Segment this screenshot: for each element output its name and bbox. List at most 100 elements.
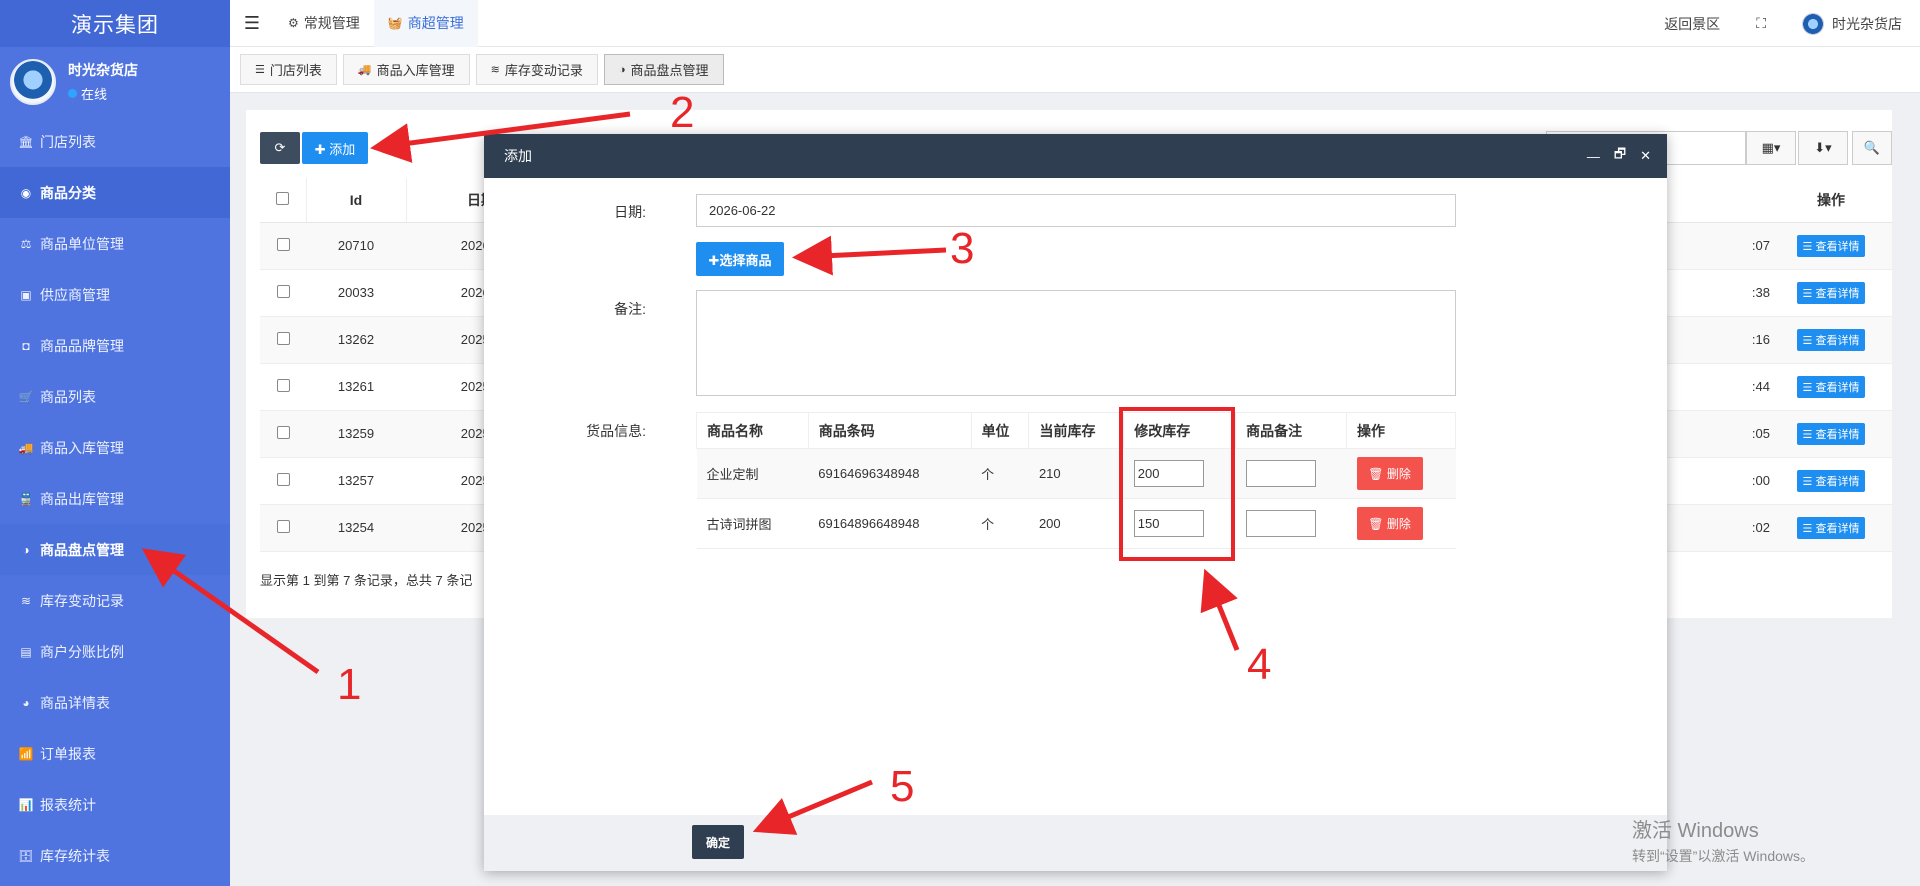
subtab-stock-in[interactable]: 🚚 商品入库管理 xyxy=(342,54,470,85)
sidebar-item-stock-stats[interactable]: 🗄 库存统计表 xyxy=(0,830,230,881)
annotation-2: 2 xyxy=(670,88,695,137)
goods-name: 古诗词拼图 xyxy=(696,498,809,549)
sidebar-nav: 🏛 门店列表 ◉ 商品分类 ⚖ 商品单位管理 ▣ 供应商管理 ◘ 商品品牌管理 🛒 商品列表… xyxy=(0,116,230,881)
sidebar-item-inventory-check[interactable]: ◑ 商品盘点管理 xyxy=(0,524,230,575)
watermark-line2: 转到“设置”以激活 Windows。 xyxy=(1632,848,1815,864)
sidebar-item-supplier[interactable]: ▣ 供应商管理 xyxy=(0,269,230,320)
tag-icon: ◘ xyxy=(22,338,30,353)
date-field[interactable]: 2026-06-22 xyxy=(696,194,1456,227)
refresh-button[interactable]: ⟳ xyxy=(260,132,300,164)
sidebar-item-order-report[interactable]: 📶 订单报表 xyxy=(0,728,230,779)
sidebar-item-brand[interactable]: ◘ 商品品牌管理 xyxy=(0,320,230,371)
user-panel: 时光杂货店 在线 xyxy=(0,47,230,116)
tab-general[interactable]: ⚙ 常规管理 xyxy=(274,0,374,47)
goods-unit: 个 xyxy=(971,448,1029,499)
sidebar-item-split-ratio[interactable]: ▤ 商户分账比例 xyxy=(0,626,230,677)
sidebar-item-stock-log[interactable]: ≋ 库存变动记录 xyxy=(0,575,230,626)
sidebar-item-category[interactable]: ◉ 商品分类 xyxy=(0,167,230,218)
signal-icon: 📶 xyxy=(18,746,34,761)
sidebar-item-store-list[interactable]: 🏛 门店列表 xyxy=(0,116,230,167)
goods-barcode: 69164896648948 xyxy=(808,498,972,549)
annotation-4: 4 xyxy=(1247,640,1272,689)
delete-button[interactable]: 🗑 删除 xyxy=(1356,457,1423,490)
row-checkbox[interactable] xyxy=(276,237,290,251)
row-checkbox[interactable] xyxy=(276,331,290,345)
cell-id: 13262 xyxy=(306,316,406,364)
modal-header: 添加 — 🗗 ✕ xyxy=(484,134,1667,178)
remark-textarea[interactable] xyxy=(696,290,1456,396)
topbar: ☰ ⚙ 常规管理 🧺 商超管理 返回景区 ⛶ 时光杂货店 xyxy=(230,0,1920,47)
select-all-checkbox[interactable] xyxy=(276,191,290,205)
brand-title: 演示集团 xyxy=(0,0,230,47)
sidebar-item-goods-list[interactable]: 🛒 商品列表 xyxy=(0,371,230,422)
maximize-icon[interactable]: 🗗 xyxy=(1614,145,1626,167)
hamburger-icon[interactable]: ☰ xyxy=(230,13,274,34)
goods-row: 企业定制 69164696348948 个 210 200 🗑 删除 xyxy=(696,448,1456,499)
goods-table: 商品名称 商品条码 单位 当前库存 修改库存 商品备注 操作 企业定制 69164… xyxy=(696,412,1456,549)
row-checkbox[interactable] xyxy=(276,519,290,533)
fullscreen-icon[interactable]: ⛶ xyxy=(1738,15,1784,32)
choose-goods-button[interactable]: ✚选择商品 xyxy=(696,242,784,276)
goods-info-label: 货品信息: xyxy=(586,423,646,439)
row-checkbox[interactable] xyxy=(276,425,290,439)
annotation-3: 3 xyxy=(950,224,975,273)
goods-note-input[interactable] xyxy=(1245,460,1316,487)
confirm-button[interactable]: 确定 xyxy=(692,825,744,859)
highlight-box xyxy=(1119,407,1235,561)
delete-button[interactable]: 🗑 删除 xyxy=(1356,507,1423,540)
view-detail-button[interactable]: ☰ 查看详情 xyxy=(1796,516,1866,539)
row-checkbox[interactable] xyxy=(276,472,290,486)
sidebar-item-goods-detail[interactable]: ◕ 商品详情表 xyxy=(0,677,230,728)
view-detail-button[interactable]: ☰ 查看详情 xyxy=(1796,469,1866,492)
add-button[interactable]: ✚ 添加 xyxy=(302,132,368,164)
subtab-store-list[interactable]: ☰ 门店列表 xyxy=(240,54,337,85)
watermark-line1: 激活 Windows xyxy=(1632,820,1759,842)
goods-header-barcode: 商品条码 xyxy=(807,412,972,449)
waves-icon: ≋ xyxy=(490,64,500,76)
goods-barcode: 69164696348948 xyxy=(808,448,972,499)
account-menu[interactable]: 时光杂货店 xyxy=(1784,12,1920,35)
goods-header-note: 商品备注 xyxy=(1235,412,1348,449)
view-detail-button[interactable]: ☰ 查看详情 xyxy=(1796,281,1866,304)
goods-note-input[interactable] xyxy=(1245,510,1316,537)
view-detail-button[interactable]: ☰ 查看详情 xyxy=(1796,422,1866,445)
ledger-icon: ▤ xyxy=(20,644,32,659)
sidebar-item-unit[interactable]: ⚖ 商品单位管理 xyxy=(0,218,230,269)
cart-icon: 🛒 xyxy=(18,389,34,404)
subtab-stock-log[interactable]: ≋ 库存变动记录 xyxy=(475,54,598,85)
sidebar-item-stock-in[interactable]: 🚚 商品入库管理 xyxy=(0,422,230,473)
view-detail-button[interactable]: ☰ 查看详情 xyxy=(1796,375,1866,398)
view-detail-button[interactable]: ☰ 查看详情 xyxy=(1796,328,1866,351)
balance-icon: ⚖ xyxy=(20,236,32,251)
close-icon[interactable]: ✕ xyxy=(1640,148,1651,164)
columns-button[interactable]: ▦▾ xyxy=(1746,131,1796,165)
cell-id: 13259 xyxy=(306,410,406,458)
user-status: 在线 xyxy=(68,84,138,103)
sidebar-item-report-stats[interactable]: 📊 报表统计 xyxy=(0,779,230,830)
date-label: 日期: xyxy=(614,204,646,220)
remark-label: 备注: xyxy=(614,301,646,317)
view-detail-button[interactable]: ☰ 查看详情 xyxy=(1796,234,1866,257)
dashboard-icon: ◉ xyxy=(20,185,32,200)
cell-id: 20033 xyxy=(306,269,406,317)
goods-row: 古诗词拼图 69164896648948 个 200 150 🗑 删除 xyxy=(696,498,1456,549)
cell-id: 20710 xyxy=(306,222,406,270)
column-header-actions: 操作 xyxy=(1770,178,1892,223)
minimize-icon[interactable]: — xyxy=(1587,149,1600,164)
subtab-inventory-check[interactable]: ◑ 商品盘点管理 xyxy=(603,54,724,85)
goods-unit: 个 xyxy=(971,498,1029,549)
bar-chart-icon: 📊 xyxy=(18,797,34,812)
row-checkbox[interactable] xyxy=(276,284,290,298)
export-button[interactable]: ⬇▾ xyxy=(1798,131,1848,165)
goods-header-name: 商品名称 xyxy=(696,412,809,449)
select-all-cell xyxy=(260,178,307,223)
back-link[interactable]: 返回景区 xyxy=(1646,14,1738,34)
column-header-id[interactable]: Id xyxy=(306,178,407,223)
tab-supermarket[interactable]: 🧺 商超管理 xyxy=(373,0,478,47)
row-checkbox[interactable] xyxy=(276,378,290,392)
search-icon[interactable]: 🔍 xyxy=(1852,131,1892,165)
sidebar-item-stock-out[interactable]: 🚆 商品出库管理 xyxy=(0,473,230,524)
pie-icon: ◕ xyxy=(22,695,30,710)
modal-footer: 确定 xyxy=(484,815,1667,871)
pagination-info: 显示第 1 到第 7 条记录，总共 7 条记 xyxy=(260,573,473,588)
